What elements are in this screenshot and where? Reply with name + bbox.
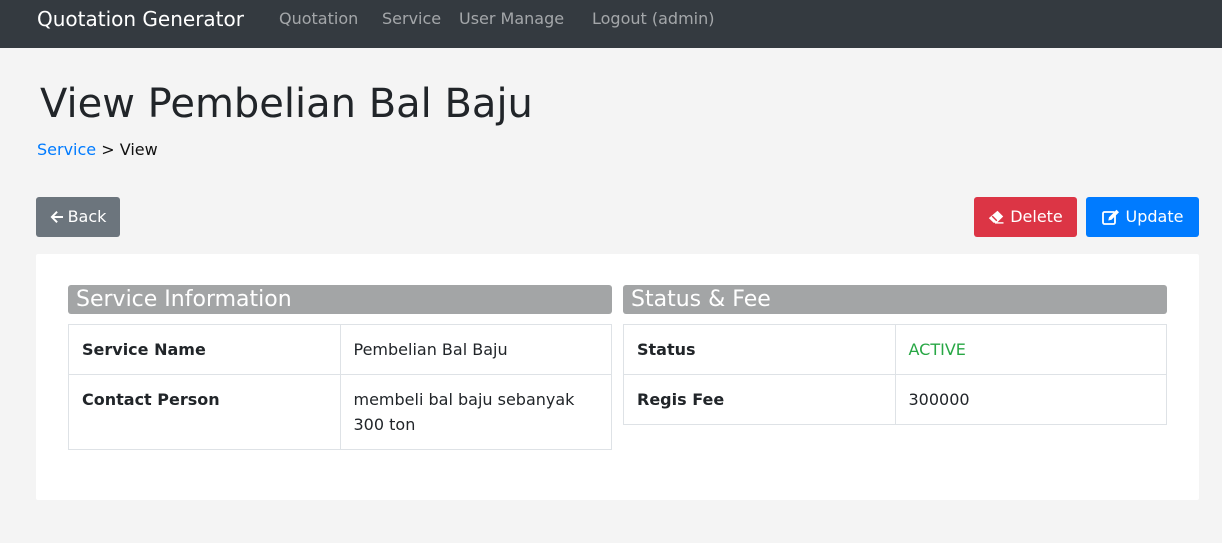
service-name-value: Pembelian Bal Baju — [339, 324, 612, 375]
breadcrumb-separator: > — [96, 140, 120, 159]
regis-fee-value: 300000 — [894, 374, 1167, 425]
delete-button[interactable]: Delete — [974, 197, 1077, 237]
update-button-label: Update — [1125, 207, 1184, 226]
edit-icon — [1101, 209, 1120, 225]
breadcrumb-service-link[interactable]: Service — [37, 140, 96, 159]
table-row: Service Name Pembelian Bal Baju — [68, 324, 612, 375]
table-row: Status ACTIVE — [623, 324, 1167, 375]
table-row: Contact Person membeli bal baju sebanyak… — [68, 374, 612, 450]
table-row: Regis Fee 300000 — [623, 374, 1167, 425]
nav-link-quotation[interactable]: Quotation — [279, 8, 358, 30]
back-button[interactable]: Back — [36, 197, 120, 237]
update-button[interactable]: Update — [1086, 197, 1199, 237]
eraser-icon — [988, 210, 1004, 224]
brand-link[interactable]: Quotation Generator — [37, 6, 244, 32]
back-button-label: Back — [67, 207, 107, 226]
contact-person-value: membeli bal baju sebanyak 300 ton — [339, 374, 612, 450]
breadcrumb: Service > View — [37, 139, 158, 161]
nav-link-service[interactable]: Service — [382, 8, 441, 30]
status-fee-table: Status ACTIVE Regis Fee 300000 — [623, 324, 1167, 425]
delete-button-label: Delete — [1010, 207, 1063, 226]
service-name-label: Service Name — [68, 324, 341, 375]
regis-fee-label: Regis Fee — [623, 374, 896, 425]
nav-link-user-manage[interactable]: User Manage — [459, 8, 564, 30]
detail-card: Service Information Status & Fee Service… — [36, 254, 1199, 500]
top-navbar: Quotation Generator Quotation Service Us… — [0, 0, 1222, 48]
arrow-left-icon — [50, 210, 64, 224]
status-value: ACTIVE — [894, 324, 1167, 375]
service-information-header: Service Information — [68, 285, 612, 314]
nav-link-logout[interactable]: Logout (admin) — [592, 8, 714, 30]
status-fee-header: Status & Fee — [623, 285, 1167, 314]
breadcrumb-current: View — [119, 140, 158, 159]
contact-person-label: Contact Person — [68, 374, 341, 450]
service-information-table: Service Name Pembelian Bal Baju Contact … — [68, 324, 612, 450]
page-title: View Pembelian Bal Baju — [40, 81, 533, 127]
status-label: Status — [623, 324, 896, 375]
